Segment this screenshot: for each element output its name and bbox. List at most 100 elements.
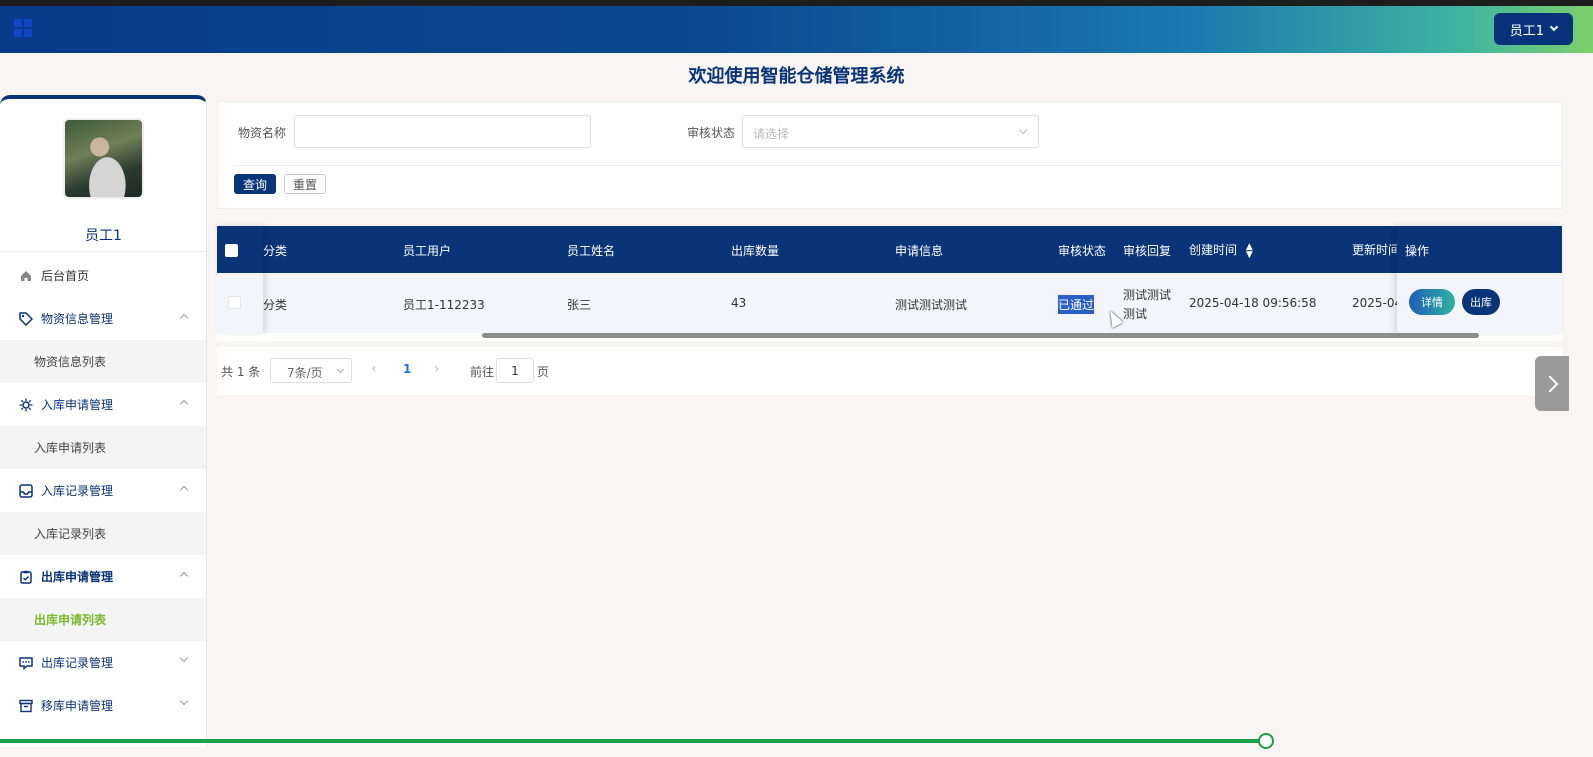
select-all-checkbox[interactable]: [225, 244, 238, 257]
sidebar-item-label: 入库申请管理: [41, 398, 114, 412]
sidebar-item-inbound-apply[interactable]: 入库申请管理: [0, 383, 206, 426]
page-title: 欢迎使用智能仓储管理系统: [688, 66, 905, 87]
outbound-button[interactable]: 出库: [1462, 289, 1500, 315]
sidebar-item-outbound-record[interactable]: 出库记录管理: [0, 641, 206, 684]
page-number[interactable]: 1: [403, 362, 411, 376]
sidebar-subitem-outbound-apply-list[interactable]: 出库申请列表: [0, 598, 206, 641]
clipboard-icon: [19, 570, 33, 584]
profile-name: 员工1: [85, 228, 122, 244]
bottom-progress-bar: [0, 739, 1266, 743]
cell-updated: 2025-04: [1352, 296, 1403, 310]
sidebar-item-label: 物资信息管理: [41, 312, 114, 326]
sidebar-item-transfer-apply[interactable]: 移库申请管理: [0, 684, 206, 727]
sidebar-item-label: 移库申请管理: [41, 699, 114, 713]
chevron-down-icon: [179, 653, 189, 663]
pagination: 共 1 条 7条/页 ‹ 1 › 前往 1 页: [217, 347, 1562, 395]
material-name-label: 物资名称: [238, 126, 287, 140]
chevron-right-icon: [1541, 375, 1559, 392]
column-header-created[interactable]: 创建时间 ▲ ▼: [1189, 241, 1253, 259]
review-status-label: 审核状态: [687, 126, 736, 140]
pagination-total: 共 1 条: [221, 365, 261, 379]
sidebar-item-label: 出库记录管理: [41, 656, 114, 670]
operation-row-cell: 详情 出库: [1397, 273, 1562, 333]
goto-page-input[interactable]: 1: [496, 358, 534, 383]
material-name-input[interactable]: [294, 115, 591, 148]
avatar: [63, 118, 144, 199]
column-header-status: 审核状态: [1058, 244, 1107, 258]
cell-name: 张三: [567, 298, 592, 312]
detail-button[interactable]: 详情: [1409, 289, 1455, 315]
home-icon: [19, 269, 33, 283]
prev-page-icon[interactable]: ‹: [371, 361, 377, 377]
chevron-up-icon: [179, 399, 189, 409]
sidebar: 员工1 后台首页 物资信息管理 物资信息列表 入库申请管理 入库申请列表 入库记…: [0, 95, 207, 747]
operation-header-cell: 操作: [1397, 226, 1562, 273]
column-header-quantity: 出库数量: [731, 244, 780, 258]
column-header-updated: 更新时间: [1352, 243, 1401, 257]
reset-button[interactable]: 重置: [284, 174, 326, 194]
cell-category: 分类: [263, 298, 288, 312]
sidebar-item-material-info[interactable]: 物资信息管理: [0, 297, 206, 340]
page-size-value: 7条/页: [287, 366, 323, 380]
column-header-reply: 审核回复: [1123, 244, 1172, 258]
user-menu-label: 员工1: [1509, 23, 1544, 39]
cell-quantity: 43: [731, 296, 747, 310]
chevron-down-icon: [179, 696, 189, 706]
column-header-created-label: 创建时间: [1189, 243, 1238, 257]
chevron-up-icon: [179, 485, 189, 495]
fixed-checkbox-column: [217, 226, 263, 333]
sidebar-item-label: 后台首页: [41, 269, 90, 283]
chevron-up-icon: [179, 571, 189, 581]
table-header: 分类 员工用户 员工姓名 出库数量 申请信息 审核状态 审核回复 创建时间 ▲ ▼…: [217, 226, 1562, 273]
next-page-icon[interactable]: ›: [434, 361, 440, 377]
divider: [0, 251, 206, 252]
goto-label: 前往: [470, 365, 495, 379]
sort-icon[interactable]: ▲ ▼: [1246, 242, 1253, 259]
goto-suffix: 页: [537, 365, 550, 379]
row-checkbox[interactable]: [228, 296, 241, 309]
checkbox-header-cell: [217, 226, 263, 273]
bottom-progress-knob[interactable]: [1258, 733, 1274, 749]
page-size-select[interactable]: 7条/页: [270, 358, 352, 383]
cell-status: 已通过: [1058, 295, 1095, 314]
chevron-down-icon: [336, 365, 345, 374]
sidebar-item-label: 入库记录管理: [41, 484, 114, 498]
cell-user: 员工1-112233: [403, 298, 485, 312]
gear-icon: [19, 398, 33, 412]
message-icon: [19, 656, 33, 670]
sidebar-item-home[interactable]: 后台首页: [0, 254, 206, 297]
column-header-operation: 操作: [1405, 244, 1430, 258]
cell-reply-line1: 测试测试: [1123, 288, 1172, 302]
search-panel: 物资名称 审核状态 请选择 查询 重置: [217, 101, 1563, 209]
chevron-up-icon: [179, 313, 189, 323]
column-header-category: 分类: [263, 244, 288, 258]
divider: [234, 165, 1563, 166]
cell-created: 2025-04-18 09:56:58: [1189, 296, 1317, 310]
cell-apply-info: 测试测试测试: [895, 298, 968, 312]
sidebar-menu: 后台首页 物资信息管理 物资信息列表 入库申请管理 入库申请列表 入库记录管理 …: [0, 254, 206, 727]
top-header: 员工1: [0, 6, 1593, 53]
query-button[interactable]: 查询: [234, 174, 276, 194]
sidebar-item-label: 出库申请管理: [41, 570, 114, 584]
chevron-down-icon: [1018, 125, 1028, 135]
table-row: 分类 员工1-112233 张三 43 测试测试测试 已通过 测试测试 测试 2…: [217, 273, 1562, 333]
archive-icon: [19, 699, 33, 713]
sidebar-item-inbound-record[interactable]: 入库记录管理: [0, 469, 206, 512]
expand-panel-button[interactable]: [1535, 356, 1569, 411]
cell-reply-line2: 测试: [1123, 307, 1148, 321]
data-table: 分类 员工用户 员工姓名 出库数量 申请信息 审核状态 审核回复 创建时间 ▲ ▼…: [217, 226, 1562, 341]
checkbox-row-cell: [217, 273, 263, 333]
review-status-placeholder: 请选择: [753, 127, 790, 141]
column-header-apply-info: 申请信息: [895, 244, 944, 258]
sidebar-subitem-material-list[interactable]: 物资信息列表: [0, 340, 206, 383]
chevron-down-icon: [1549, 22, 1559, 32]
sidebar-subitem-inbound-record-list[interactable]: 入库记录列表: [0, 512, 206, 555]
sidebar-item-outbound-apply[interactable]: 出库申请管理: [0, 555, 206, 598]
tag-icon: [19, 311, 33, 326]
user-menu-button[interactable]: 员工1: [1493, 13, 1573, 45]
sidebar-subitem-inbound-apply-list[interactable]: 入库申请列表: [0, 426, 206, 469]
review-status-select[interactable]: 请选择: [742, 115, 1039, 148]
apps-grid-icon[interactable]: [14, 19, 32, 37]
horizontal-scrollbar[interactable]: [482, 333, 1479, 338]
fixed-operation-column: 操作 详情 出库: [1397, 226, 1562, 333]
